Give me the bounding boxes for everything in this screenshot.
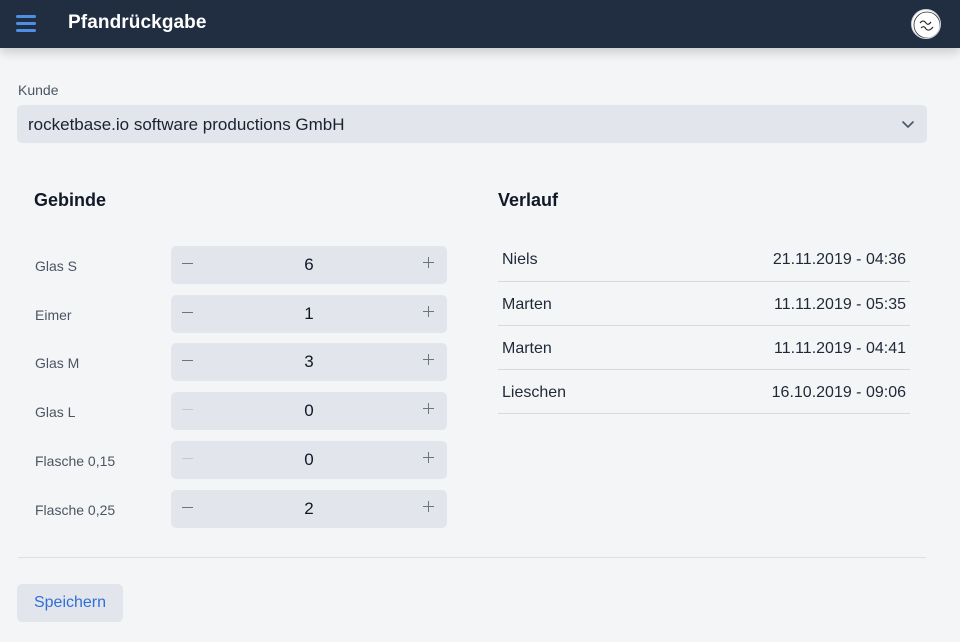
- history-date: 11.11.2019 - 05:35: [774, 296, 906, 313]
- history-date: 11.11.2019 - 04:41: [774, 340, 906, 357]
- gebinde-heading: Gebinde: [34, 190, 107, 210]
- decrement-button[interactable]: [171, 490, 205, 528]
- minus-icon: [182, 507, 193, 508]
- history-date: 21.11.2019 - 04:36: [772, 251, 906, 268]
- plus-icon: [423, 452, 434, 463]
- increment-button[interactable]: [413, 441, 447, 479]
- gebinde-label: Glas L: [35, 404, 76, 420]
- gebinde-row: Glas M 3: [0, 343, 460, 381]
- menu-icon[interactable]: [16, 15, 36, 33]
- gebinde-row: Glas L 0: [0, 392, 460, 430]
- history-row: Marten 11.11.2019 - 05:35: [498, 282, 910, 326]
- history-row: Marten 11.11.2019 - 04:41: [498, 326, 910, 370]
- chevron-down-icon: [902, 121, 914, 128]
- quantity-value[interactable]: 3: [205, 343, 413, 381]
- history-row: Lieschen 16.10.2019 - 09:06: [498, 370, 910, 414]
- quantity-stepper[interactable]: 6: [171, 246, 447, 284]
- quantity-stepper[interactable]: 2: [171, 490, 447, 528]
- plus-icon: [423, 501, 434, 512]
- increment-button[interactable]: [413, 343, 447, 381]
- brand-logo-icon: [911, 9, 941, 39]
- quantity-value[interactable]: 1: [205, 295, 413, 333]
- minus-icon: [182, 263, 193, 264]
- decrement-button[interactable]: [171, 441, 205, 479]
- increment-button[interactable]: [413, 392, 447, 430]
- increment-button[interactable]: [413, 246, 447, 284]
- plus-icon: [423, 403, 434, 414]
- gebinde-label: Eimer: [35, 307, 72, 323]
- gebinde-label: Flasche 0,25: [35, 502, 116, 518]
- history-name: Marten: [502, 296, 552, 313]
- customer-select-value: rocketbase.io software productions GmbH: [28, 115, 345, 134]
- quantity-stepper[interactable]: 3: [171, 343, 447, 381]
- divider: [18, 557, 926, 558]
- quantity-value[interactable]: 0: [205, 441, 413, 479]
- plus-icon: [423, 354, 434, 365]
- decrement-button[interactable]: [171, 392, 205, 430]
- history-name: Niels: [502, 251, 538, 268]
- plus-icon: [423, 306, 434, 317]
- history-list: Niels 21.11.2019 - 04:36 Marten 11.11.2019 …: [498, 237, 910, 414]
- page-title: Pfandrückgabe: [68, 12, 207, 33]
- gebinde-row: Glas S 6: [0, 246, 460, 284]
- history-name: Marten: [502, 340, 552, 357]
- top-app-bar: Pfandrückgabe: [0, 0, 960, 48]
- minus-icon: [182, 458, 193, 459]
- minus-icon: [182, 360, 193, 361]
- quantity-value[interactable]: 6: [205, 246, 413, 284]
- gebinde-label: Glas M: [35, 355, 80, 371]
- minus-icon: [182, 312, 193, 313]
- decrement-button[interactable]: [171, 246, 205, 284]
- quantity-value[interactable]: 2: [205, 490, 413, 528]
- history-date: 16.10.2019 - 09:06: [771, 384, 906, 401]
- quantity-stepper[interactable]: 1: [171, 295, 447, 333]
- increment-button[interactable]: [413, 295, 447, 333]
- gebinde-row: Flasche 0,15 0: [0, 441, 460, 479]
- gebinde-row: Eimer 1: [0, 295, 460, 333]
- plus-icon: [423, 257, 434, 268]
- decrement-button[interactable]: [171, 343, 205, 381]
- history-row: Niels 21.11.2019 - 04:36: [498, 237, 910, 282]
- quantity-value[interactable]: 0: [205, 392, 413, 430]
- customer-label: Kunde: [18, 82, 59, 98]
- minus-icon: [182, 409, 193, 410]
- history-name: Lieschen: [502, 384, 567, 401]
- decrement-button[interactable]: [171, 295, 205, 333]
- verlauf-heading: Verlauf: [498, 190, 559, 210]
- quantity-stepper[interactable]: 0: [171, 441, 447, 479]
- quantity-stepper[interactable]: 0: [171, 392, 447, 430]
- gebinde-label: Glas S: [35, 258, 78, 274]
- save-button[interactable]: Speichern: [17, 584, 123, 622]
- gebinde-row: Flasche 0,25 2: [0, 490, 460, 528]
- gebinde-label: Flasche 0,15: [35, 453, 116, 469]
- increment-button[interactable]: [413, 490, 447, 528]
- customer-select[interactable]: rocketbase.io software productions GmbH: [17, 105, 927, 143]
